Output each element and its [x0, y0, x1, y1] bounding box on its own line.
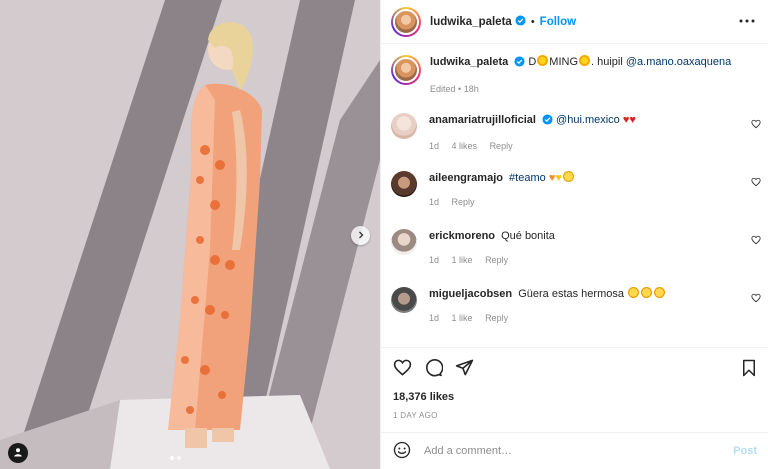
post-photo[interactable] — [0, 0, 380, 469]
comment-likes[interactable]: 1 like — [452, 255, 473, 265]
separator-dot: • — [458, 84, 462, 94]
comment-item: erickmoreno Qué bonita 1d 1 like Reply — [391, 229, 761, 267]
caption-text-end: . huipil — [591, 56, 623, 68]
commenter-avatar[interactable] — [391, 113, 417, 139]
smiling-tear-face-emoji-icon — [562, 171, 574, 182]
comment-composer: Add a comment… Post — [381, 432, 768, 469]
carousel-dots — [170, 456, 181, 460]
comment-text: Qué bonita — [501, 230, 555, 242]
reply-button[interactable]: Reply — [485, 313, 508, 323]
comment-item: aileengramajo #teamo ♥♥ 1d Reply — [391, 171, 761, 209]
caption-text-mid: MING — [549, 56, 579, 68]
paper-plane-icon[interactable] — [455, 358, 474, 380]
commenter-avatar[interactable] — [391, 287, 417, 313]
like-comment-heart-icon[interactable] — [751, 293, 761, 306]
verified-badge-icon — [514, 56, 525, 71]
commenter-avatar[interactable] — [391, 171, 417, 197]
carousel-dot — [170, 456, 174, 460]
photo-illustration — [0, 0, 380, 469]
add-comment-input[interactable]: Add a comment… — [424, 445, 714, 457]
commenter-username[interactable]: erickmoreno — [429, 230, 495, 242]
next-photo-button[interactable] — [351, 226, 370, 245]
post-caption: ludwika_paleta D MING . huipil @a.mano.oax… — [391, 55, 750, 96]
post-actions: 18,376 likes 1 DAY AGO — [381, 347, 768, 431]
heart-eyes-face-emoji-icon — [628, 287, 640, 298]
comment-text[interactable]: @hui.mexico — [556, 114, 620, 126]
tagged-users-button[interactable] — [8, 443, 28, 463]
caption-author-avatar[interactable] — [391, 55, 421, 85]
likes-count[interactable]: 18,376 likes — [393, 391, 454, 403]
comment-likes[interactable]: 1 like — [452, 313, 473, 323]
like-comment-heart-icon[interactable] — [751, 119, 761, 132]
comment-time[interactable]: 1d — [429, 197, 439, 207]
more-horizontal-icon — [739, 19, 755, 23]
more-options-button[interactable] — [739, 14, 755, 26]
bookmark-icon[interactable] — [741, 359, 757, 380]
author-avatar[interactable] — [391, 6, 421, 37]
comment-text[interactable]: #teamo — [509, 172, 546, 184]
carousel-dot — [177, 456, 181, 460]
reply-button[interactable]: Reply — [452, 197, 475, 207]
commenter-username[interactable]: aileengramajo — [429, 172, 503, 184]
post-header: ludwika_paleta • Follow — [381, 0, 768, 44]
commenter-avatar[interactable] — [391, 229, 417, 255]
comment-time[interactable]: 1d — [429, 255, 439, 265]
comment-time[interactable]: 1d — [429, 313, 439, 323]
comment-time[interactable]: 1d — [429, 141, 439, 151]
person-tag-icon — [13, 447, 23, 460]
verified-badge-icon — [542, 114, 553, 129]
reply-button[interactable]: Reply — [485, 255, 508, 265]
caption-username[interactable]: ludwika_paleta — [430, 56, 508, 68]
heart-eyes-face-emoji-icon — [641, 287, 653, 298]
post-time[interactable]: 18h — [464, 84, 479, 94]
post-comment-button[interactable]: Post — [733, 445, 757, 457]
like-comment-heart-icon[interactable] — [751, 177, 761, 190]
sun-emoji-icon — [579, 55, 591, 66]
comment-item: migueljacobsen Güera estas hermosa 1d 1 … — [391, 287, 761, 325]
heart-eyes-face-emoji-icon — [654, 287, 666, 298]
smiley-icon[interactable] — [393, 441, 411, 462]
heart-outline-icon[interactable] — [393, 358, 412, 380]
comment-bubble-icon[interactable] — [424, 358, 444, 380]
comment-likes[interactable]: 4 likes — [452, 141, 478, 151]
comments-section: ludwika_paleta D MING . huipil @a.mano.oax… — [381, 45, 768, 347]
post-side-panel: ludwika_paleta • Follow ludwika_paleta D… — [380, 0, 768, 469]
yellow-heart-emoji-icon: ♥ — [555, 172, 562, 184]
red-heart-emoji-icon: ♥ — [629, 114, 636, 126]
edited-label: Edited — [430, 84, 456, 94]
separator-dot: • — [530, 15, 535, 28]
sun-emoji-icon — [537, 55, 549, 66]
caption-text-start: D — [528, 56, 537, 68]
post-date[interactable]: 1 DAY AGO — [393, 411, 438, 420]
author-username[interactable]: ludwika_paleta — [430, 16, 512, 28]
reply-button[interactable]: Reply — [490, 141, 513, 151]
commenter-username[interactable]: migueljacobsen — [429, 288, 512, 300]
comment-item: anamariatrujilloficial @hui.mexico ♥♥ 1d… — [391, 113, 761, 153]
follow-button[interactable]: Follow — [540, 16, 576, 28]
verified-badge-icon — [515, 14, 526, 29]
caption-mention-link[interactable]: @a.mano.oaxaquena — [626, 56, 731, 68]
commenter-username[interactable]: anamariatrujilloficial — [429, 114, 536, 126]
chevron-right-icon — [357, 230, 365, 242]
comment-text: Güera estas hermosa — [518, 288, 624, 300]
like-comment-heart-icon[interactable] — [751, 235, 761, 248]
